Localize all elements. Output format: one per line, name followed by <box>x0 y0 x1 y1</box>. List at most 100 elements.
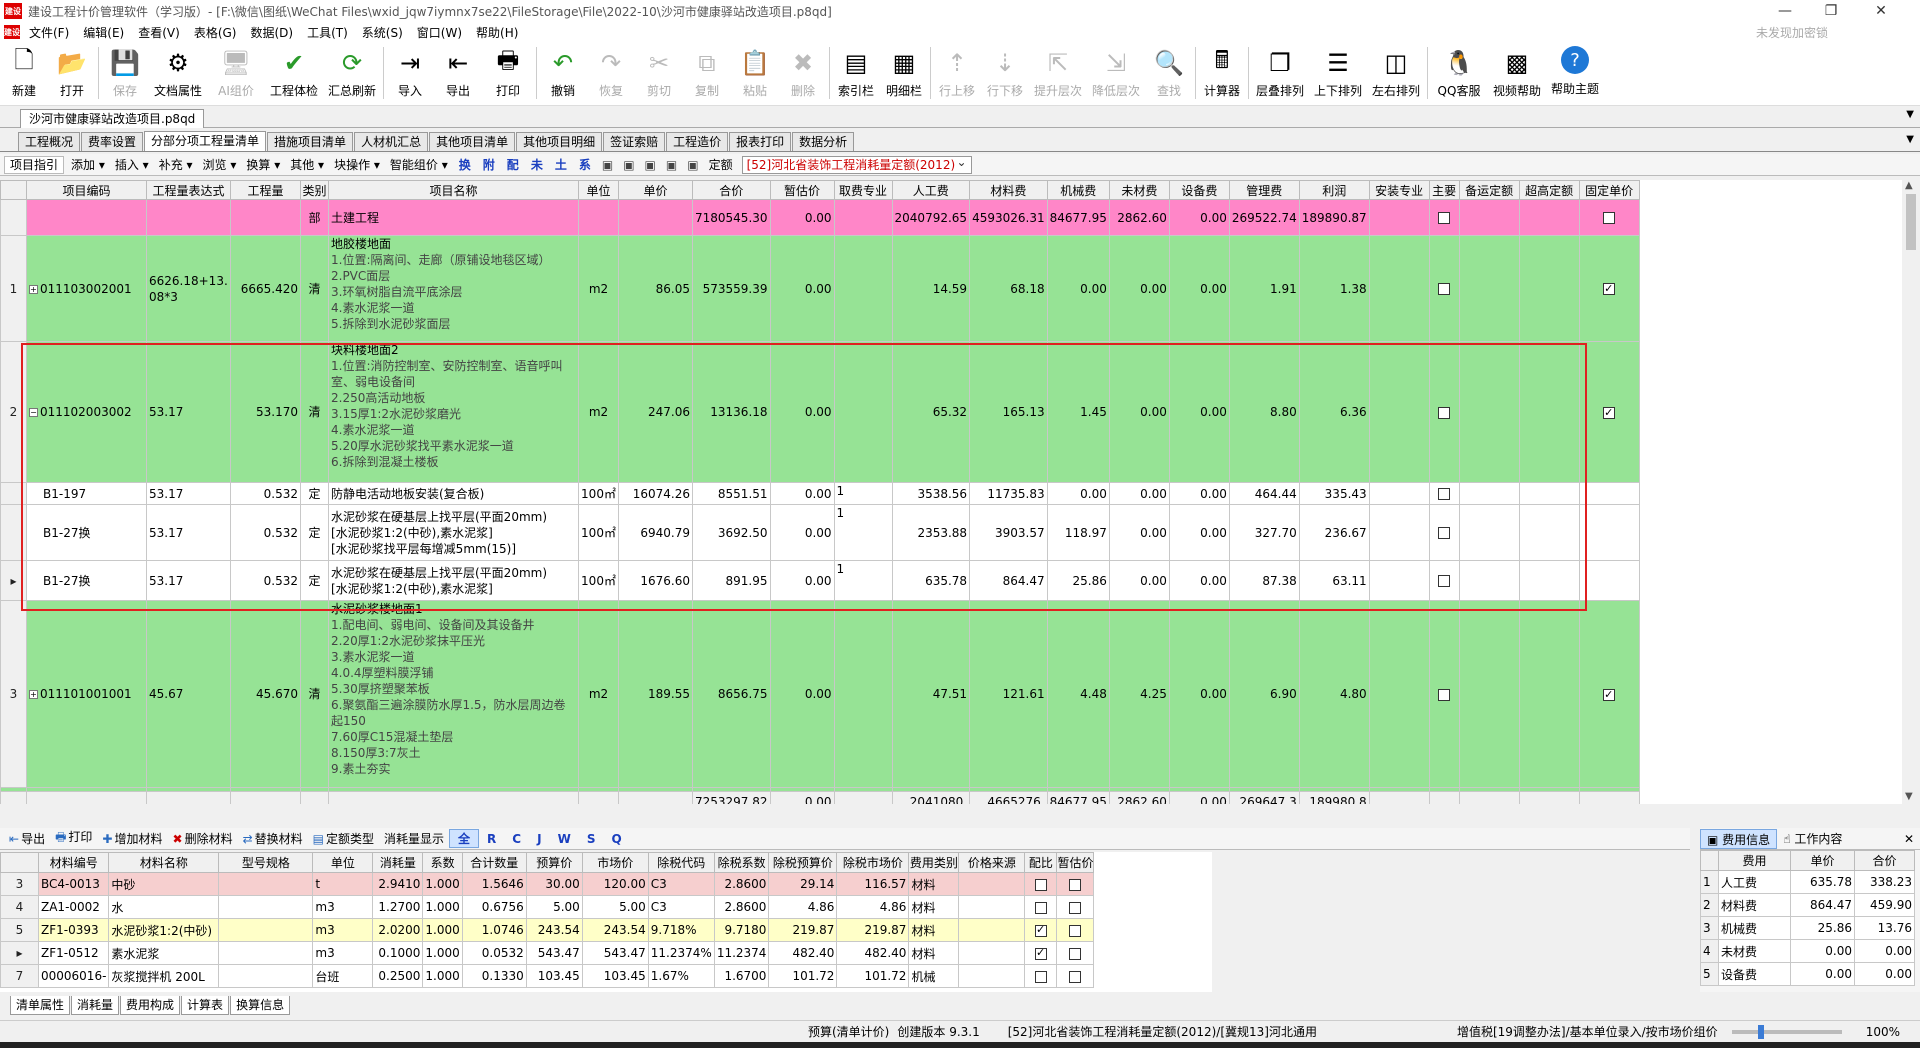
material-col-16[interactable]: 配比 <box>1024 852 1058 873</box>
toolbar-button-3[interactable]: ⚙ 文档属性 <box>149 42 207 104</box>
material-cell-mp[interactable]: 543.47 <box>581 941 649 965</box>
expand-icon[interactable]: + <box>29 284 38 294</box>
cell-mgmt[interactable]: 1.91 <box>1228 235 1300 342</box>
cell-wc[interactable]: 0.00 <box>1108 235 1170 342</box>
toolbar-button-14[interactable]: 📋 粘贴 <box>731 42 779 104</box>
cell-backup-ding[interactable] <box>1458 235 1520 342</box>
material-cell-tcoef[interactable]: 2.8600 <box>713 895 770 919</box>
col-header-20[interactable]: 备运定额 <box>1458 180 1520 200</box>
toolbar-button-24[interactable]: ❐ 层叠排列 <box>1251 42 1309 104</box>
cell-price[interactable]: 16074.26 <box>618 482 693 505</box>
cell-qty[interactable]: 6665.420 <box>230 235 301 342</box>
material-cell-code[interactable]: BC4-0013 <box>37 872 110 896</box>
minimize-icon[interactable]: — <box>1762 0 1808 22</box>
fee-row[interactable]: 5 设备费 0.00 0.00 <box>1700 962 1915 986</box>
toolbar-button-17[interactable]: ▦ 明细栏 <box>880 42 928 104</box>
cell-unit[interactable]: 100㎡ <box>578 482 619 505</box>
cell-install[interactable] <box>1368 341 1430 483</box>
material-tool-3[interactable]: ✖ 删除材料 <box>168 830 238 847</box>
cell-name[interactable]: 水泥砂浆在硬基层上找平层(平面20mm) [水泥砂浆1:2(中砂),素水泥浆] <box>328 560 579 601</box>
col-header-2[interactable]: 工程量表达式 <box>146 180 231 200</box>
est-checkbox[interactable] <box>1069 901 1082 914</box>
material-cell-src[interactable] <box>958 964 1026 988</box>
material-cell-cons[interactable]: 0.1000 <box>372 941 424 965</box>
material-cell-tc[interactable]: 1.67% <box>647 964 715 988</box>
cell-backup-ding[interactable] <box>1458 482 1520 505</box>
ratio-checkbox[interactable] <box>1034 970 1047 983</box>
toolbar-button-23[interactable]: 🖩 计算器 <box>1198 42 1246 104</box>
cell-labor[interactable]: 47.51 <box>891 600 971 788</box>
document-tab[interactable]: 沙河市健康驿站改造项目.p8qd <box>20 109 205 128</box>
cell-install[interactable] <box>1368 504 1430 561</box>
filter-1[interactable]: R <box>479 832 504 846</box>
material-cell-bp[interactable]: 243.54 <box>525 918 583 942</box>
cell-code[interactable]: B1-27换 <box>26 560 147 601</box>
cell-equip[interactable]: 0.00 <box>1168 560 1230 601</box>
cell-mach[interactable]: 4.48 <box>1046 600 1110 788</box>
cell-backup-ding[interactable] <box>1458 600 1520 788</box>
material-cell-cat[interactable]: 材料 <box>908 872 960 896</box>
bottom-tab-2[interactable]: 费用构成 <box>120 996 181 1015</box>
material-cell-cat[interactable]: 材料 <box>908 895 960 919</box>
list-tool-1[interactable]: 添加 ▾ <box>66 156 110 173</box>
col-header-15[interactable]: 设备费 <box>1168 180 1230 200</box>
app-menu-logo-icon[interactable]: 建设 <box>4 25 20 39</box>
cell-mach[interactable]: 84677.95 <box>1046 199 1110 236</box>
cell-fixed[interactable] <box>1578 341 1640 483</box>
material-col-1[interactable]: 材料编号 <box>37 852 110 873</box>
material-cell-tcoef[interactable]: 9.7180 <box>713 918 770 942</box>
material-cell-tbp[interactable]: 482.40 <box>768 941 838 965</box>
cell-fixed[interactable] <box>1578 482 1640 505</box>
cell-mgmt[interactable]: 8.80 <box>1228 341 1300 483</box>
menu-item-8[interactable]: 帮助(H) <box>469 24 525 41</box>
cell-price[interactable]: 86.05 <box>618 235 693 342</box>
cell-profit[interactable]: 236.67 <box>1298 504 1370 561</box>
material-cell-src[interactable] <box>958 918 1026 942</box>
cell-profit[interactable]: 1.38 <box>1298 235 1370 342</box>
material-cell-tmp[interactable]: 4.86 <box>836 895 910 919</box>
ratio-checkbox[interactable] <box>1034 946 1047 960</box>
col-header-1[interactable]: 项目编码 <box>26 180 147 200</box>
cell-main[interactable] <box>1428 482 1460 505</box>
cell-est[interactable]: 0.00 <box>769 504 835 561</box>
cell-height-ding[interactable] <box>1518 341 1580 483</box>
cell-total[interactable]: 891.95 <box>692 560 771 601</box>
cell-unit[interactable]: m2 <box>578 600 619 788</box>
bill-row[interactable]: 1 +011103002001 6626.18+13.08*3 6665.420 清地胶… <box>0 235 1640 342</box>
material-cell-sum[interactable]: 0.0532 <box>461 941 527 965</box>
cell-profit[interactable]: 4.80 <box>1298 600 1370 788</box>
cell-name[interactable]: 水泥砂浆楼地面1 1.配电间、弱电间、设备间及其设备井 2.20厚1:2水泥砂浆抹… <box>328 600 579 788</box>
material-col-0[interactable] <box>0 852 39 873</box>
material-est[interactable] <box>1056 918 1095 942</box>
cell-expr[interactable]: 53.17 <box>146 504 231 561</box>
material-col-6[interactable]: 系数 <box>422 852 463 873</box>
material-cell-tmp[interactable]: 482.40 <box>836 941 910 965</box>
material-cell-mp[interactable]: 103.45 <box>581 964 649 988</box>
list-tool-3[interactable]: 补充 ▾ <box>154 156 198 173</box>
cell-install[interactable] <box>1368 199 1430 236</box>
cell-fixed[interactable] <box>1578 600 1640 788</box>
cell-kind[interactable]: 清 <box>300 341 329 483</box>
material-cell-tbp[interactable]: 219.87 <box>768 918 838 942</box>
material-cell-name[interactable]: 水泥砂浆1:2(中砂) <box>108 918 220 942</box>
material-cell-code[interactable]: ZA1-0002 <box>37 895 110 919</box>
cell-qty[interactable] <box>230 199 301 236</box>
list-tool-4[interactable]: 浏览 ▾ <box>198 156 242 173</box>
cell-spec[interactable]: 1 <box>833 560 893 601</box>
cell-name[interactable]: 土建工程 <box>328 199 579 236</box>
main-checkbox[interactable] <box>1438 406 1451 419</box>
cell-code[interactable]: +011103002001 <box>26 235 147 342</box>
material-cell-tmp[interactable]: 101.72 <box>836 964 910 988</box>
material-col-3[interactable]: 型号规格 <box>218 852 314 873</box>
cell-mat[interactable]: 11735.83 <box>969 482 1048 505</box>
filter-0[interactable]: 全 <box>449 829 480 848</box>
bill-row[interactable]: 部土建工程 7180545.30 0.00 2040792.65 4593026.31 8… <box>0 199 1640 236</box>
col-header-6[interactable]: 单位 <box>578 180 619 200</box>
cell-kind[interactable]: 定 <box>300 504 329 561</box>
material-cell-unit[interactable]: 台班 <box>312 964 374 988</box>
material-col-14[interactable]: 费用类别 <box>908 852 960 873</box>
cell-expr[interactable]: 53.17 <box>146 560 231 601</box>
cell-equip[interactable]: 0.00 <box>1168 199 1230 236</box>
filter-5[interactable]: S <box>579 832 604 846</box>
cell-fixed[interactable] <box>1578 235 1640 342</box>
